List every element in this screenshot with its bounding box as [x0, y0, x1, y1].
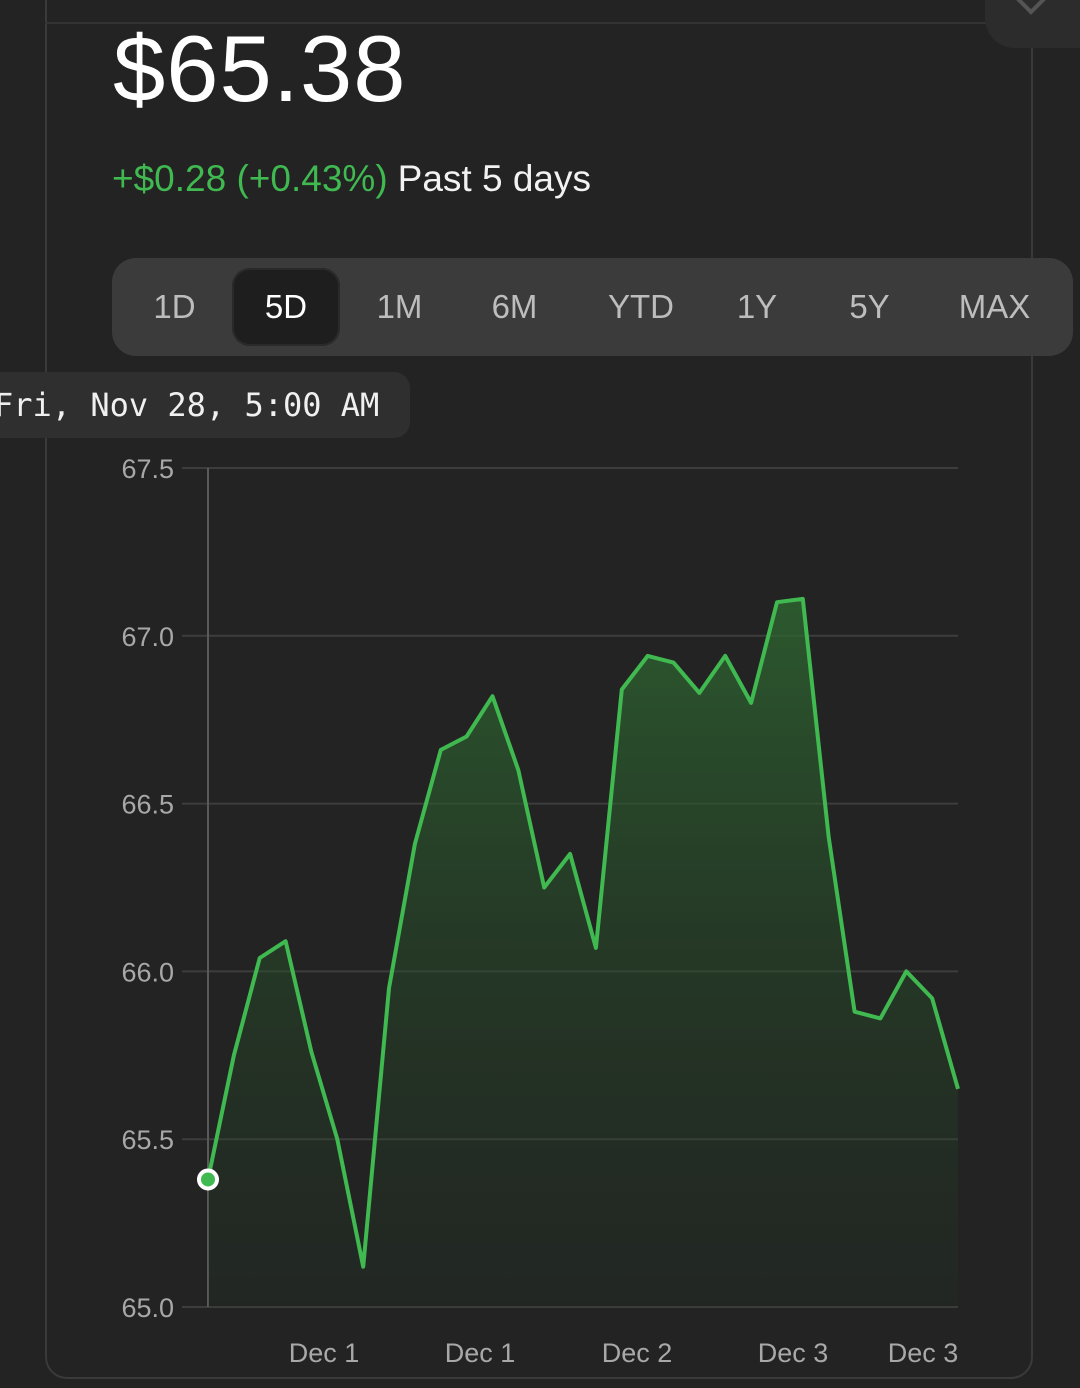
chart-cursor-marker[interactable]	[197, 1168, 219, 1191]
y-tick-label: 66.5	[121, 790, 174, 820]
x-tick-label: Dec 3	[888, 1338, 959, 1368]
y-tick-label: 67.5	[121, 454, 174, 484]
y-tick-label: 65.0	[121, 1293, 174, 1323]
stock-detail-screen: $65.38 +$0.28 (+0.43%) Past 5 days 1D 5D 1M…	[0, 0, 1080, 1388]
x-tick-label: Dec 3	[758, 1338, 829, 1368]
chart-tooltip: Fri, Nov 28, 5:00 AM	[0, 372, 410, 438]
y-tick-label: 67.0	[121, 622, 174, 652]
x-tick-label: Dec 1	[289, 1338, 360, 1368]
y-tick-label: 66.0	[121, 957, 174, 987]
x-tick-label: Dec 1	[445, 1338, 516, 1368]
x-tick-label: Dec 2	[602, 1338, 673, 1368]
price-chart[interactable]: 67.5 67.0 66.5 66.0 65.5 65.0 Dec 1 Dec 1 Dec 2 D…	[0, 0, 1080, 1388]
y-tick-label: 65.5	[121, 1125, 174, 1155]
